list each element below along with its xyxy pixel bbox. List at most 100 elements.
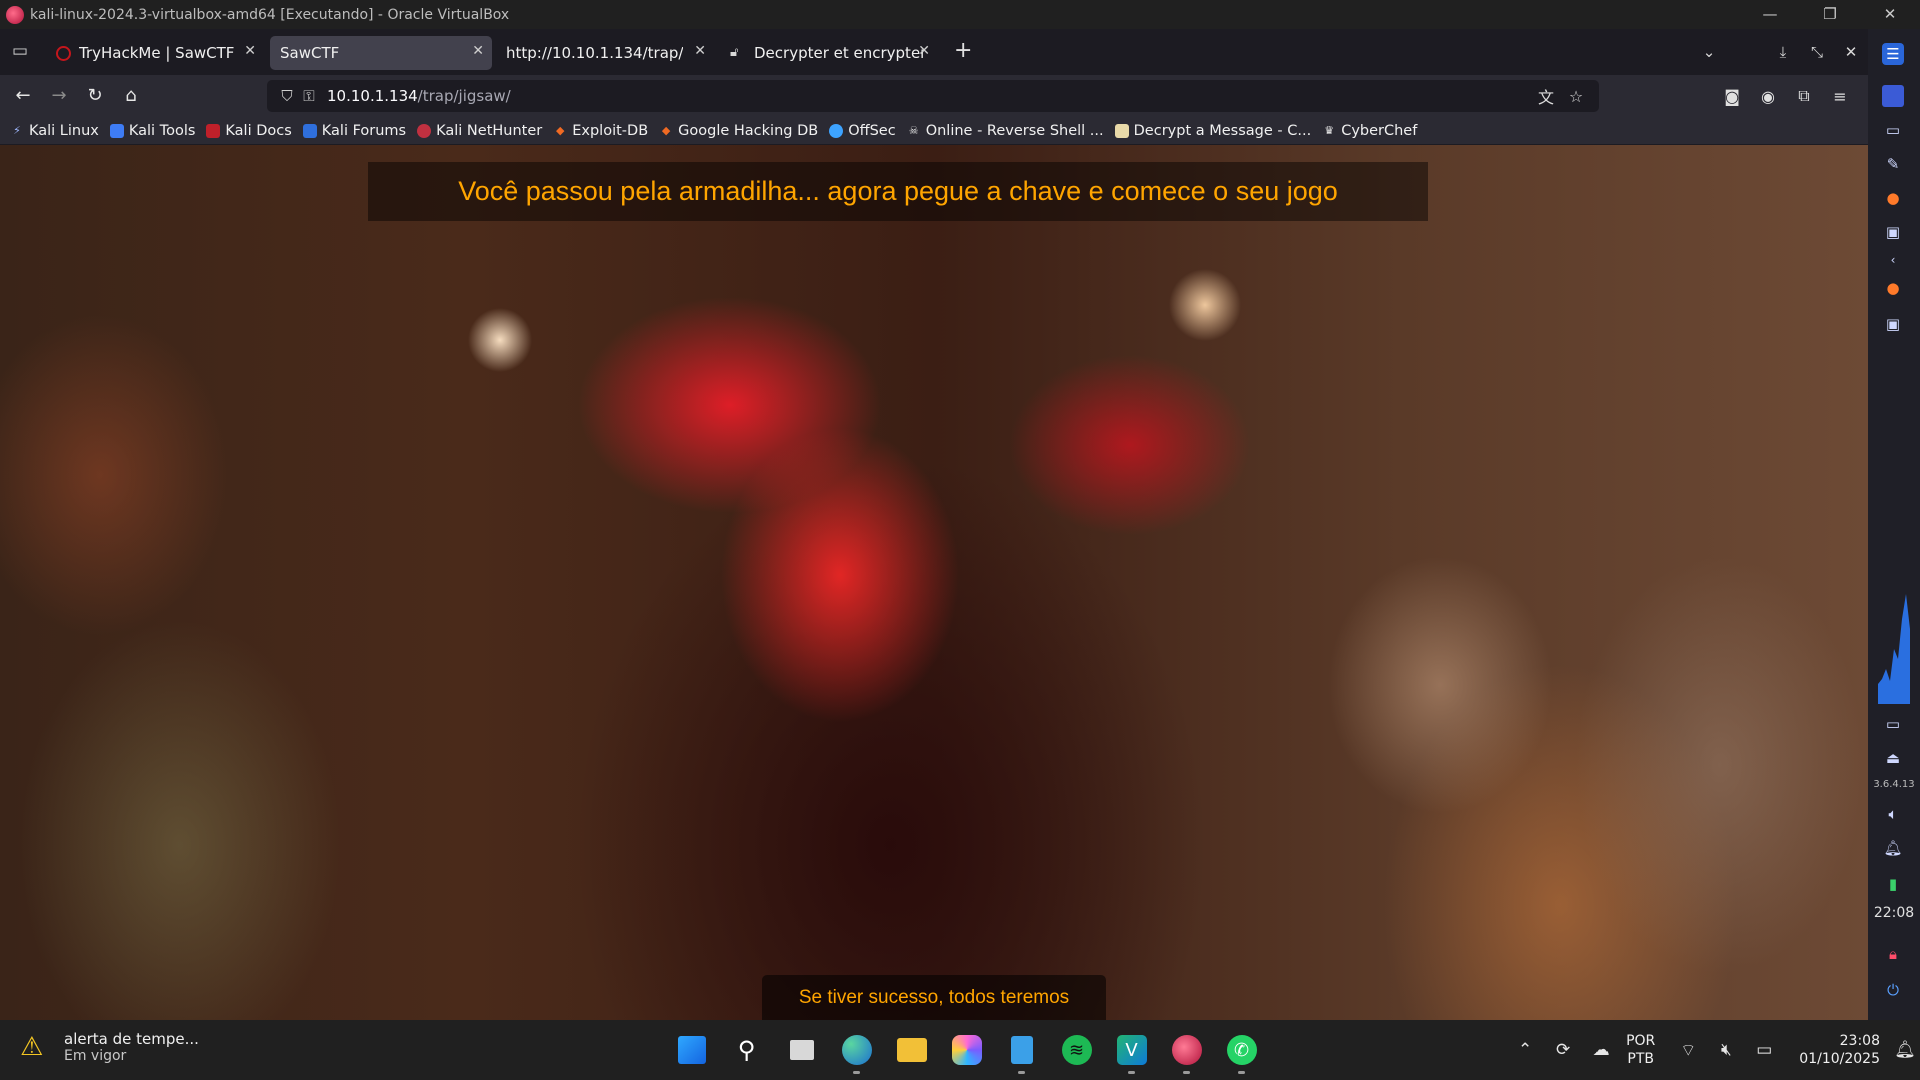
battery-icon[interactable]: ▮ [1882, 873, 1904, 895]
shield-icon[interactable]: ⛉ [277, 87, 297, 105]
firefox-icon[interactable]: ● [1882, 187, 1904, 209]
task-view-icon [789, 1040, 814, 1060]
translate-icon[interactable]: 文 [1531, 84, 1561, 108]
tabbar-controls: ⌄ ⤓ ⤡ ✕ [1692, 29, 1868, 75]
minimize-button[interactable]: — [1740, 0, 1800, 29]
fullscreen-exit-icon[interactable]: ⤡ [1800, 43, 1834, 61]
home-icon[interactable]: ⌂ [118, 83, 144, 109]
mute-icon[interactable]: 🔇︎ [1707, 1040, 1745, 1060]
menu-icon[interactable]: ≡ [1822, 87, 1858, 106]
folder-icon[interactable]: ▭ [1882, 119, 1904, 141]
bookmark-kali-tools[interactable]: Kali Tools [109, 123, 195, 139]
toolbar-actions: ◙ ◉ ⧉ ≡ [1714, 75, 1858, 117]
wifi-icon[interactable]: ⌔ [1669, 1040, 1707, 1061]
collapse-arrow-icon[interactable]: ‹ [1882, 249, 1904, 271]
terminal-icon[interactable]: ▣ [1882, 221, 1904, 243]
bookmark-cyberchef[interactable]: ♛ CyberChef [1322, 123, 1417, 139]
close-tab-icon[interactable]: ✕ [244, 43, 256, 59]
bookmark-exploit-db[interactable]: ◆ Exploit-DB [553, 123, 648, 139]
notepad-icon [1010, 1036, 1033, 1064]
tab-title: TryHackMe | SawCTF [79, 44, 235, 62]
spotify-app[interactable]: ≋ [1049, 1020, 1104, 1080]
close-window-button[interactable]: ✕ [1860, 0, 1920, 29]
network-icon[interactable]: ⏏ [1882, 747, 1904, 769]
input-language[interactable]: POR PTB [1626, 1032, 1655, 1068]
kali-menu-icon[interactable]: ☰ [1882, 43, 1904, 65]
back-icon[interactable]: ← [10, 83, 36, 109]
firefox-browser: ▭ TryHackMe | SawCTF ✕ SawCTF ✕ http://1… [0, 29, 1868, 1020]
show-hidden-icons-icon[interactable]: ⌃ [1506, 1040, 1544, 1060]
notification-bell-icon[interactable]: 🔔︎ [1882, 837, 1904, 859]
page-heading: Você passou pela armadilha... agora pegu… [368, 162, 1428, 221]
volume-icon[interactable]: 🔈︎ [1882, 803, 1904, 825]
whatsapp-icon: ✆ [1226, 1035, 1257, 1065]
whatsapp-app[interactable]: ✆ [1214, 1020, 1269, 1080]
copilot-icon [951, 1035, 982, 1065]
bookmark-google-hacking-db[interactable]: ◆ Google Hacking DB [659, 123, 818, 139]
start-button[interactable] [664, 1020, 719, 1080]
terminal-running-icon[interactable]: ▣ [1882, 313, 1904, 335]
bookmark-kali-linux[interactable]: ⚡︎ Kali Linux [10, 123, 99, 139]
virtualbox-manager-app[interactable]: V [1104, 1020, 1159, 1080]
list-all-tabs-icon[interactable]: ⌄ [1692, 43, 1726, 61]
page-info-icon[interactable]: ⚿ [299, 87, 319, 105]
file-explorer-app[interactable] [884, 1020, 939, 1080]
bookmark-decrypt-message[interactable]: Decrypt a Message - C... [1114, 122, 1312, 139]
tab-sawctf[interactable]: SawCTF ✕ [270, 36, 492, 70]
bookmark-star-icon[interactable]: ☆ [1561, 87, 1591, 106]
task-view-button[interactable] [774, 1020, 829, 1080]
battery-icon[interactable]: ▭ [1745, 1040, 1783, 1060]
close-browser-icon[interactable]: ✕ [1834, 43, 1868, 61]
navigation-bar: ← → ↻ ⌂ ⛉ ⚿ 10.10.1.134 /trap/jigsaw/ 文 … [0, 75, 1868, 117]
display-icon[interactable]: ▭ [1882, 713, 1904, 735]
notification-bell-icon[interactable]: 🔔︎ [1890, 1040, 1920, 1060]
bookmark-kali-docs[interactable]: Kali Docs [206, 123, 292, 139]
running-indicator [1128, 1071, 1135, 1074]
bookmark-label: CyberChef [1341, 122, 1418, 139]
copilot-app[interactable] [939, 1020, 994, 1080]
virtualbox-vm-app[interactable] [1159, 1020, 1214, 1080]
bookmark-reverse-shell[interactable]: ☠ Online - Reverse Shell ... [907, 123, 1104, 139]
tab-list-icon[interactable]: ▭ [8, 39, 32, 63]
sync-icon[interactable]: ⟳ [1544, 1040, 1582, 1060]
tab-trap[interactable]: http://10.10.1.134/trap/ ✕ [496, 36, 714, 70]
reload-icon[interactable]: ↻ [82, 83, 108, 109]
tab-tryhackme[interactable]: TryHackMe | SawCTF ✕ [46, 36, 264, 70]
text-editor-icon[interactable]: ✎ [1882, 153, 1904, 175]
download-icon[interactable]: ⤓ [1766, 43, 1800, 61]
desktop-icon[interactable] [1882, 85, 1904, 107]
onedrive-cloud-icon[interactable]: ☁ [1582, 1040, 1620, 1060]
virtualbox-icon [1171, 1035, 1202, 1065]
url-path: /trap/jigsaw/ [417, 87, 511, 105]
bookmark-kali-forums[interactable]: Kali Forums [302, 123, 406, 139]
forward-icon[interactable]: → [46, 83, 72, 109]
edge-app[interactable] [829, 1020, 884, 1080]
close-tab-icon[interactable]: ✕ [918, 43, 930, 59]
search-icon: ⚲ [737, 1036, 756, 1064]
pocket-icon[interactable]: ◙ [1714, 87, 1750, 106]
bookmark-offsec[interactable]: OffSec [829, 123, 896, 139]
lock-screen-icon[interactable]: 🔒︎ [1882, 943, 1904, 965]
close-tab-icon[interactable]: ✕ [694, 43, 706, 59]
close-tab-icon[interactable]: ✕ [472, 43, 484, 59]
extensions-icon[interactable]: ⧉ [1786, 86, 1822, 106]
firefox-running-icon[interactable]: ● [1882, 277, 1904, 299]
weather-widget[interactable]: ⚠ alerta de tempe... Em vigor [20, 1030, 199, 1064]
restore-button[interactable]: ❐ [1800, 0, 1860, 29]
system-clock[interactable]: 23:08 01/10/2025 [1799, 1032, 1880, 1068]
bookmark-label: Google Hacking DB [678, 122, 819, 139]
url-bar[interactable]: ⛉ ⚿ 10.10.1.134 /trap/jigsaw/ 文 ☆ [267, 80, 1599, 112]
account-icon[interactable]: ◉ [1750, 87, 1786, 106]
ghdb-icon: ◆ [661, 123, 671, 137]
bookmark-kali-nethunter[interactable]: Kali NetHunter [417, 123, 542, 139]
bookmark-label: Decrypt a Message - C... [1133, 122, 1312, 139]
notepad-app[interactable] [994, 1020, 1049, 1080]
running-indicator [1183, 1071, 1190, 1074]
search-button[interactable]: ⚲ [719, 1020, 774, 1080]
new-tab-icon[interactable]: + [954, 38, 972, 63]
logout-icon[interactable]: ⏻ [1882, 979, 1904, 1001]
tab-decrypter[interactable]: 🔓︎ Decrypter et encrypter le ✕ [720, 36, 938, 70]
tryhackme-favicon-icon [56, 45, 71, 61]
clock-date: 01/10/2025 [1799, 1051, 1880, 1067]
edge-icon [841, 1035, 872, 1065]
